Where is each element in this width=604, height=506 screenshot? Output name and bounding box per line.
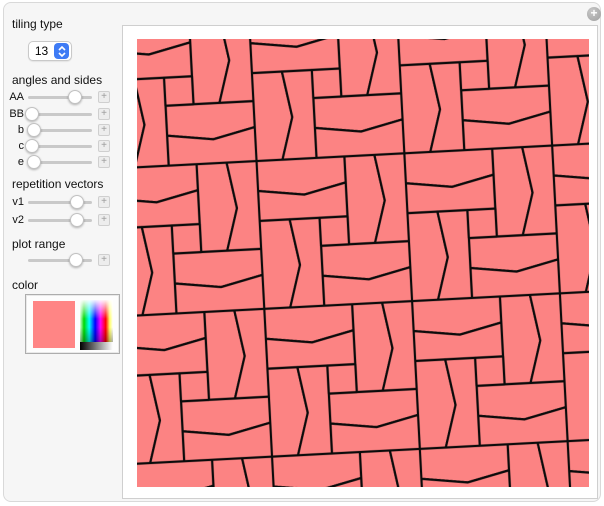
- expand-plus-button[interactable]: +: [587, 7, 601, 21]
- slider-label-b: b: [17, 124, 24, 136]
- slider-row-b: b +: [4, 122, 122, 138]
- plus-button-e[interactable]: +: [98, 156, 110, 168]
- slider-thumb-plot-range[interactable]: [69, 253, 83, 267]
- grayscale-strip[interactable]: [80, 342, 113, 350]
- slider-track-e[interactable]: [26, 155, 92, 169]
- tiling-type-value: 13: [34, 44, 49, 58]
- plus-button-BB[interactable]: +: [98, 108, 110, 120]
- plus-button-v2[interactable]: +: [98, 214, 110, 226]
- slider-label-AA: AA: [9, 91, 24, 103]
- slider-thumb-AA[interactable]: [67, 90, 82, 104]
- plus-button-AA[interactable]: +: [98, 91, 110, 103]
- slider-thumb-c[interactable]: [25, 139, 40, 153]
- slider-track-BB[interactable]: [24, 107, 92, 121]
- plus-button-b[interactable]: +: [98, 124, 110, 136]
- stepper-icon[interactable]: [54, 43, 69, 59]
- slider-row-BB: BB +: [4, 106, 122, 122]
- slider-thumb-v1[interactable]: [70, 195, 85, 209]
- slider-track-v2[interactable]: [28, 213, 92, 227]
- angles-section-label: angles and sides: [12, 73, 103, 87]
- slider-label-c: c: [18, 140, 25, 152]
- slider-thumb-e[interactable]: [26, 155, 41, 169]
- slider-row-c: c +: [4, 138, 122, 154]
- slider-label-v2: v2: [12, 214, 24, 226]
- plus-button-v1[interactable]: +: [98, 196, 110, 208]
- controls-sidebar: tiling type 13 angles and sides AA + BB …: [4, 3, 122, 501]
- vectors-section-label: repetition vectors: [12, 177, 104, 191]
- slider-row-v2: v2 +: [4, 212, 122, 228]
- plot-range-section-label: plot range: [12, 237, 66, 251]
- slider-row-e: e +: [4, 154, 122, 170]
- slider-thumb-BB[interactable]: [24, 107, 39, 121]
- chevron-down-icon: [57, 51, 66, 57]
- slider-track-b[interactable]: [26, 123, 92, 137]
- pentagon-tiling-graphic: [137, 39, 589, 487]
- plus-button-c[interactable]: +: [98, 140, 110, 152]
- tiling-plot-panel: [122, 25, 598, 499]
- slider-track-v1[interactable]: [28, 195, 92, 209]
- slider-track-c[interactable]: [25, 139, 92, 153]
- chevron-up-icon: [57, 45, 66, 51]
- tiling-type-dropdown[interactable]: 13: [28, 41, 72, 61]
- slider-label-BB: BB: [9, 108, 24, 120]
- slider-label-v1: v1: [12, 196, 24, 208]
- slider-label-e: e: [17, 156, 24, 168]
- color-swatch[interactable]: [33, 301, 75, 348]
- color-picker[interactable]: [25, 294, 120, 354]
- demonstration-card: tiling type 13 angles and sides AA + BB …: [3, 2, 601, 502]
- slider-row-AA: AA +: [4, 89, 122, 105]
- slider-track-AA[interactable]: [28, 90, 92, 104]
- slider-row-v1: v1 +: [4, 194, 122, 210]
- tiling-type-label: tiling type: [12, 17, 63, 31]
- hue-gradient-panel[interactable]: [80, 300, 113, 342]
- plus-button-plot-range[interactable]: +: [98, 254, 110, 266]
- slider-track-plot-range[interactable]: [28, 253, 92, 267]
- slider-thumb-b[interactable]: [26, 123, 41, 137]
- slider-thumb-v2[interactable]: [70, 213, 85, 227]
- slider-row-plot-range: +: [4, 252, 122, 268]
- color-section-label: color: [12, 278, 39, 292]
